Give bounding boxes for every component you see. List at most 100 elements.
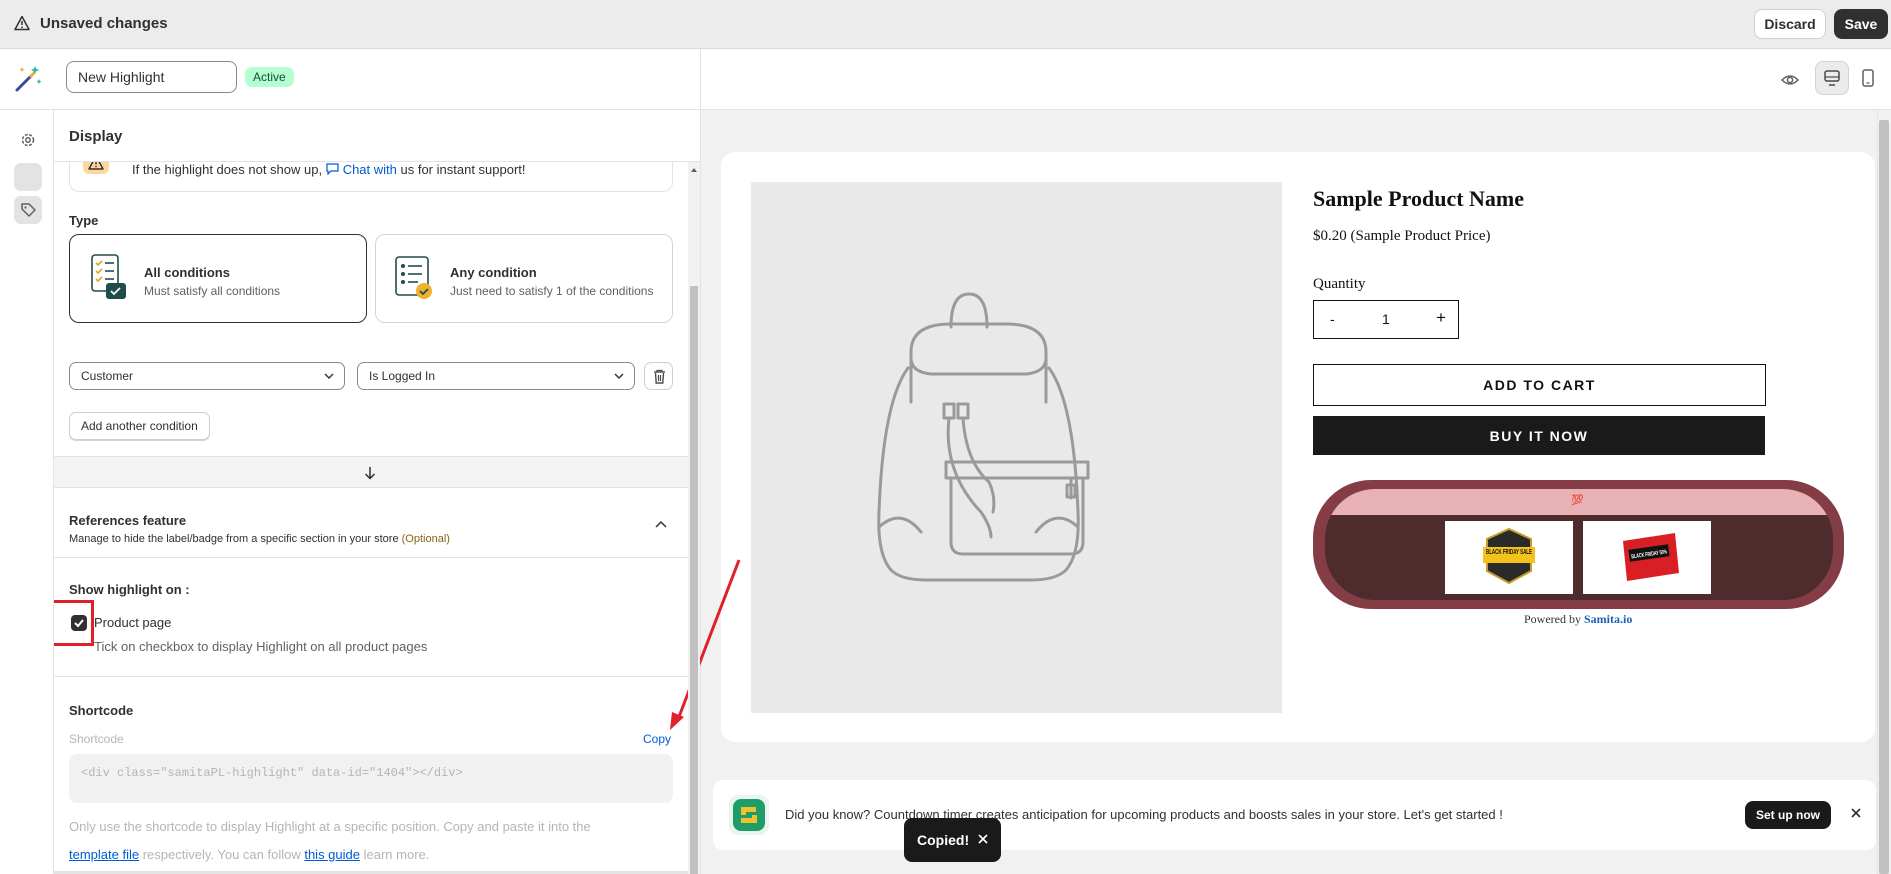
any-condition-title: Any condition [450,265,537,280]
mobile-view-button[interactable] [1851,61,1885,95]
highlight-name-input[interactable] [66,61,237,93]
gear-icon [21,133,35,147]
chevron-up-icon[interactable] [655,520,667,528]
toast-message: Copied! [917,832,970,848]
product-page-label[interactable]: Product page [94,615,171,630]
close-icon[interactable] [1849,806,1863,820]
black-friday-discount-icon: BLACK FRIDAY 50% [1623,533,1679,581]
type-label: Type [69,213,99,228]
condition-value-select[interactable]: Is Logged In [357,362,635,390]
panel-title: Display [69,128,123,145]
device-view-toggle [1815,61,1887,95]
shortcode-help-links: template file respectively. You can foll… [69,847,429,862]
unsaved-changes-bar: Unsaved changes Discard Save [0,0,1891,49]
list-check-icon [395,256,432,299]
annotation-highlight-box [54,600,94,646]
buy-it-now-button[interactable]: BUY IT NOW [1313,416,1765,455]
quantity-decrease-button[interactable]: - [1330,311,1335,327]
app-logo-icon [729,795,769,835]
notice-text-before: If the highlight does not show up, [132,162,326,177]
powered-by-text: Powered by [1524,612,1584,626]
references-description: Manage to hide the label/badge from a sp… [69,533,450,545]
close-icon[interactable] [978,834,988,844]
samita-link[interactable]: Samita.io [1584,612,1632,626]
all-conditions-card[interactable]: All conditions Must satisfy all conditio… [69,234,367,323]
magic-wand-icon [15,66,42,92]
copy-shortcode-link[interactable]: Copy [643,732,671,746]
trash-icon [654,369,665,384]
rail-display[interactable] [14,163,42,191]
backpack-icon [877,292,1090,582]
collapse-divider[interactable] [54,456,688,488]
powered-by: Powered by Samita.io [1524,612,1632,627]
black-friday-percent-badge: BLACK FRIDAY 50% [1583,521,1711,594]
shortcode-field[interactable]: <div class="samitaPL-highlight" data-id=… [69,754,673,803]
condition-field-value: Customer [81,369,134,383]
banner-message: Did you know? Countdown timer creates an… [785,807,1503,822]
chat-with-label: Chat with [342,162,397,177]
all-conditions-subtitle: Must satisfy all conditions [144,284,281,298]
quantity-stepper: - 1 + [1313,300,1459,339]
chat-with-link[interactable]: Chat with [326,162,397,177]
warning-icon [14,15,30,31]
add-condition-button[interactable]: Add another condition [69,412,210,440]
chat-bubble-icon [326,163,339,176]
header-divider [700,49,701,110]
condition-field-select[interactable]: Customer [69,362,345,390]
optional-label: (Optional) [401,533,450,545]
black-friday-sale-badge: BLACK FRIDAY SALE [1445,521,1573,594]
product-image [751,182,1282,713]
any-condition-subtitle: Just need to satisfy 1 of the conditions [450,284,654,298]
chevron-down-icon [614,373,624,379]
checklist-icon [91,254,126,299]
promo-banner: Did you know? Countdown timer creates an… [713,780,1876,850]
section-divider [54,676,688,677]
unsaved-changes-title: Unsaved changes [40,15,168,32]
product-page-help: Tick on checkbox to display Highlight on… [94,639,428,654]
references-description-text: Manage to hide the label/badge from a sp… [69,533,402,545]
desktop-icon [1824,70,1840,86]
condition-value-text: Is Logged In [369,369,436,383]
copied-toast: Copied! [904,818,1001,862]
rail-display-active[interactable] [14,196,42,224]
shortcode-title: Shortcode [69,703,134,718]
chevron-down-icon [324,373,334,379]
save-button[interactable]: Save [1834,9,1888,39]
desktop-view-button[interactable] [1815,61,1849,95]
template-file-link[interactable]: template file [69,847,139,862]
highlight-preview: 💯 BLACK FRIDAY SALE BLACK FRIDAY 50% [1325,489,1833,600]
notice-text-after: us for instant support! [396,162,526,177]
guide-link[interactable]: this guide [304,847,360,862]
discard-button[interactable]: Discard [1754,9,1826,39]
section-divider [54,557,688,558]
delete-condition-button[interactable] [644,362,673,390]
eye-icon[interactable] [1780,70,1800,90]
settings-panel: Display If the highlight does not show u… [54,110,701,874]
product-name: Sample Product Name [1313,186,1525,211]
quantity-increase-button[interactable]: + [1436,308,1446,328]
tag-icon [21,203,36,217]
editor-header: Active [0,49,1891,110]
quantity-label: Quantity [1313,276,1366,292]
scroll-up-arrow-icon[interactable] [690,166,698,174]
mobile-icon [1862,69,1874,87]
panel-scrollbar-thumb[interactable] [690,286,698,874]
add-to-cart-button[interactable]: ADD TO CART [1313,364,1766,406]
arrow-down-icon [364,467,376,480]
product-price: $0.20 (Sample Product Price) [1313,228,1491,244]
status-badge: Active [245,67,294,87]
shortcode-help-middle: respectively. You can follow [139,847,305,862]
shortcode-field-label: Shortcode [69,732,124,746]
quantity-value[interactable]: 1 [1382,311,1390,327]
hundred-points-icon: 💯 [1571,495,1584,506]
rail-settings[interactable] [14,126,42,154]
set-up-now-button[interactable]: Set up now [1745,801,1831,829]
badge1-line1: BLACK FRIDAY SALE [1486,549,1532,556]
highlight-top-strip: 💯 [1325,489,1833,515]
references-title: References feature [69,513,187,528]
shortcode-help: Only use the shortcode to display Highli… [69,819,591,834]
shortcode-help-end: learn more. [360,847,430,862]
any-condition-card[interactable]: Any condition Just need to satisfy 1 of … [375,234,673,323]
black-friday-sale-icon: BLACK FRIDAY SALE [1483,527,1535,585]
preview-scrollbar-thumb[interactable] [1879,120,1889,874]
